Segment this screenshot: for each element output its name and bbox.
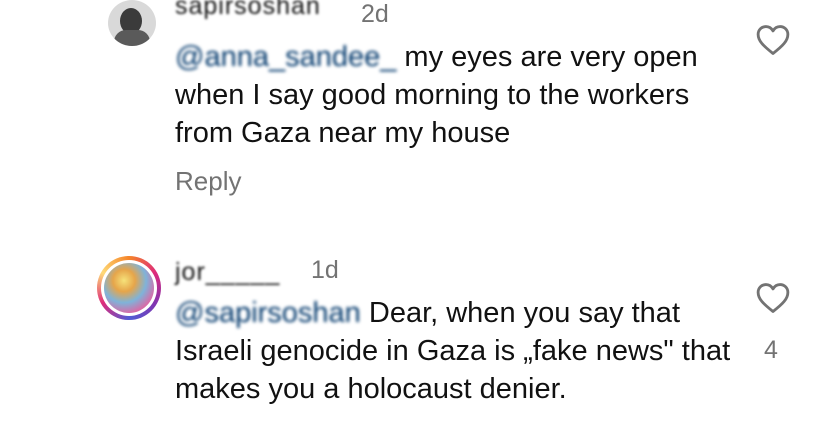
comment-text: @anna_sandee_ my eyes are very open when… [175,38,735,152]
username[interactable]: sapirsoshan [175,0,321,21]
timestamp: 2d [361,0,389,28]
mention-link[interactable]: @anna_sandee_ [175,41,396,73]
mention-link[interactable]: @sapirsoshan [175,297,361,329]
avatar-body [114,30,150,46]
reply-button[interactable]: Reply [175,166,241,197]
like-count: 4 [764,336,778,364]
heart-icon[interactable] [756,282,790,314]
story-ring[interactable] [97,256,161,320]
avatar-frame [101,260,157,316]
timestamp: 1d [311,256,339,284]
heart-icon[interactable] [756,24,790,56]
avatar[interactable] [108,0,156,46]
comment-text: @sapirsoshan Dear, when you say that Isr… [175,294,735,408]
username[interactable]: jor_____ [175,258,280,287]
avatar [104,263,154,313]
comment-1: sapirsoshan 2d @anna_sandee_ my eyes are… [0,0,828,230]
comment-2: jor_____ 1d @sapirsoshan Dear, when you … [0,250,828,444]
